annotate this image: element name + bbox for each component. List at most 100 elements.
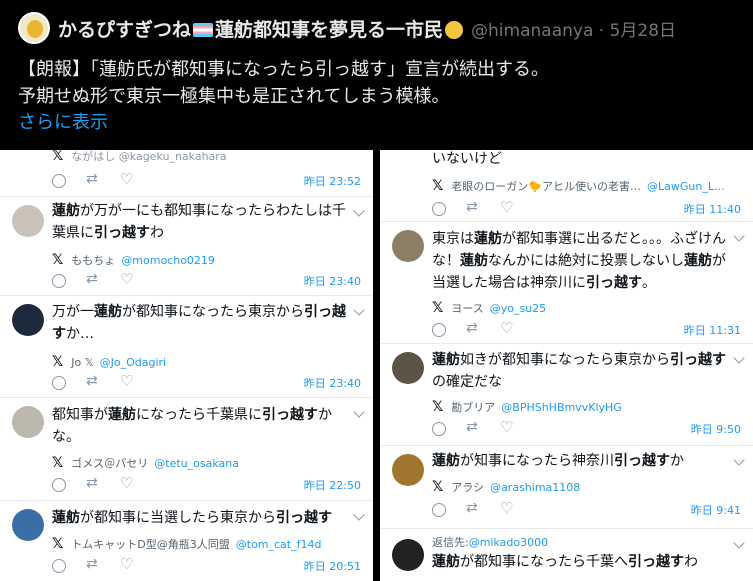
reply-icon[interactable] <box>52 376 66 390</box>
like-icon[interactable] <box>500 198 514 216</box>
timestamp[interactable]: 昨日 23:40 <box>304 375 361 391</box>
actions-row: 昨日 23:40 <box>52 270 361 290</box>
flag-icon <box>193 23 214 37</box>
retweet-icon[interactable] <box>86 271 100 288</box>
avatar[interactable] <box>18 12 50 44</box>
tweet-header: かるぴすぎつね 蓮舫都知事を夢見る一市民 @himanaanya · 5月28日 <box>18 10 735 46</box>
source-handle[interactable]: @tetu_osakana <box>154 457 239 470</box>
like-icon[interactable] <box>120 170 134 188</box>
source-handle[interactable]: @tom_cat_f14d <box>236 538 322 551</box>
source-handle[interactable]: @LawGun_L... <box>647 180 724 193</box>
timestamp[interactable]: 昨日 11:40 <box>684 201 741 217</box>
list-item[interactable]: 蓮舫如きが都知事になったら東京から引っ越すの確定だな 𝕏 勘ブリア @BPHShHB… <box>380 344 753 446</box>
text-bold: 引っ越す <box>276 510 332 526</box>
chevron-down-icon[interactable] <box>353 406 365 418</box>
list-item[interactable]: いないけど 𝕏 老眼のローガン🐤アヒル使いの老害… @LawGun_L... 昨日 … <box>380 150 753 222</box>
text-segment: わ <box>150 225 164 241</box>
avatar[interactable] <box>12 509 44 541</box>
source-handle[interactable]: @arashima1108 <box>490 481 580 494</box>
chevron-down-icon[interactable] <box>733 537 745 549</box>
list-item[interactable]: 蓮舫が万が一にも都知事になったらわたしは千葉県に引っ越すわ 𝕏 ももちょ @momo… <box>0 197 373 296</box>
text-segment: の確定だな <box>432 374 502 390</box>
display-name[interactable]: かるぴすぎつね 蓮舫都知事を夢見る一市民 <box>58 15 464 42</box>
text-bold: 引っ越す <box>670 352 726 368</box>
left-screenshot: 𝕏 ながはし @kageku_nakahara 昨日 23:52 蓮舫が万が一にも… <box>0 150 373 581</box>
chevron-down-icon[interactable] <box>353 304 365 316</box>
timestamp[interactable]: 昨日 20:51 <box>304 558 361 574</box>
reply-text: 蓮舫が万が一にも都知事になったらわたしは千葉県に引っ越すわ <box>52 200 351 244</box>
list-item[interactable]: 東京は蓮舫が都知事選に出るだと。。。ふざけんな！蓮舫なんかには絶対に投票しないし… <box>380 222 753 344</box>
timestamp[interactable]: 昨日 9:41 <box>691 502 741 518</box>
like-icon[interactable] <box>120 555 134 573</box>
show-more-link[interactable]: さらに表示 <box>18 110 735 136</box>
list-item[interactable]: 蓮舫が知事になったら神奈川引っ越すか 𝕏 アラシ @arashima1108 昨日 … <box>380 446 753 529</box>
main-tweet: かるぴすぎつね 蓮舫都知事を夢見る一市民 @himanaanya · 5月28日 … <box>0 0 753 150</box>
reply-text: 万が一蓮舫が都知事になったら東京から引っ越すか… <box>52 301 351 345</box>
like-icon[interactable] <box>120 372 134 390</box>
chevron-down-icon[interactable] <box>353 205 365 217</box>
avatar[interactable] <box>392 230 424 262</box>
reply-icon[interactable] <box>52 478 66 492</box>
source-name: 勘ブリア <box>451 401 496 414</box>
tweet-line-1: 【朗報】「蓮舫氏が都知事になったら引っ越す」宣言が続出する。 <box>18 59 549 80</box>
list-item[interactable]: 𝕏 ながはし @kageku_nakahara 昨日 23:52 <box>0 150 373 197</box>
text-segment: 如きが都知事になったら東京から <box>460 352 670 368</box>
reply-to-line: 返信先:@mikado3000 <box>432 534 548 550</box>
source-handle[interactable]: @Jo_Odagiri <box>100 356 166 369</box>
like-icon[interactable] <box>120 270 134 288</box>
like-icon[interactable] <box>120 474 134 492</box>
reply-icon[interactable] <box>52 274 66 288</box>
retweet-icon[interactable] <box>466 500 480 517</box>
chevron-down-icon[interactable] <box>733 352 745 364</box>
chick-icon <box>445 21 464 39</box>
handle[interactable]: @himanaanya · 5月28日 <box>471 16 676 41</box>
source-handle[interactable]: @momocho0219 <box>121 254 215 267</box>
tweet-text: 【朗報】「蓮舫氏が都知事になったら引っ越す」宣言が続出する。 予期せぬ形で東京一… <box>18 56 735 136</box>
timestamp[interactable]: 昨日 23:52 <box>304 173 361 189</box>
avatar[interactable] <box>392 454 424 486</box>
list-item[interactable]: 万が一蓮舫が都知事になったら東京から引っ越すか… 𝕏 Jo 𝕏 @Jo_Odagir… <box>0 296 373 398</box>
avatar[interactable] <box>12 304 44 336</box>
text-bold: 蓮舫 <box>94 304 122 320</box>
reply-icon[interactable] <box>432 503 446 517</box>
reply-icon[interactable] <box>52 174 66 188</box>
actions-row: 昨日 9:50 <box>432 418 741 438</box>
retweet-icon[interactable] <box>466 320 480 337</box>
chevron-down-icon[interactable] <box>733 230 745 242</box>
avatar[interactable] <box>392 539 424 571</box>
chevron-down-icon[interactable] <box>353 509 365 521</box>
like-icon[interactable] <box>500 418 514 436</box>
retweet-icon[interactable] <box>86 475 100 492</box>
retweet-icon[interactable] <box>86 556 100 573</box>
reply-icon[interactable] <box>432 323 446 337</box>
list-item[interactable]: 蓮舫が都知事に当選したら東京から引っ越す 𝕏 トムキャットD型@角瓶3人同盟 @to… <box>0 501 373 581</box>
like-icon[interactable] <box>500 499 514 517</box>
retweet-icon[interactable] <box>86 373 100 390</box>
source-name: 老眼のローガン🐤アヒル使いの老害… <box>451 180 641 193</box>
retweet-icon[interactable] <box>86 171 100 188</box>
source-handle[interactable]: @yo_su25 <box>490 302 546 315</box>
timestamp[interactable]: 昨日 22:50 <box>304 477 361 493</box>
avatar[interactable] <box>392 352 424 384</box>
handle-text: @himanaanya <box>471 20 594 41</box>
reply-to-handle[interactable]: @mikado3000 <box>469 536 548 549</box>
timestamp[interactable]: 昨日 9:50 <box>691 421 741 437</box>
reply-icon[interactable] <box>432 202 446 216</box>
list-item[interactable]: 都知事が蓮舫になったら千葉県に引っ越すかな。 𝕏 ゴメス＠パセリ @tetu_osa… <box>0 398 373 501</box>
text-segment: なんかには絶対に投票しないし <box>488 253 684 269</box>
list-item[interactable]: 返信先:@mikado3000 蓮舫が都知事になったら千葉へ引っ越すわ <box>380 529 753 581</box>
retweet-icon[interactable] <box>466 199 480 216</box>
tweet-date[interactable]: · 5月28日 <box>599 21 676 41</box>
source-handle[interactable]: @BPHShHBmvvKlyHG <box>501 401 622 414</box>
chevron-down-icon[interactable] <box>733 454 745 466</box>
like-icon[interactable] <box>500 319 514 337</box>
x-logo-icon: 𝕏 <box>52 455 64 471</box>
reply-icon[interactable] <box>52 559 66 573</box>
x-logo-icon: 𝕏 <box>52 354 64 370</box>
timestamp[interactable]: 昨日 23:40 <box>304 273 361 289</box>
timestamp[interactable]: 昨日 11:31 <box>684 322 741 338</box>
avatar[interactable] <box>12 406 44 438</box>
avatar[interactable] <box>12 205 44 237</box>
retweet-icon[interactable] <box>466 419 480 436</box>
reply-icon[interactable] <box>432 422 446 436</box>
